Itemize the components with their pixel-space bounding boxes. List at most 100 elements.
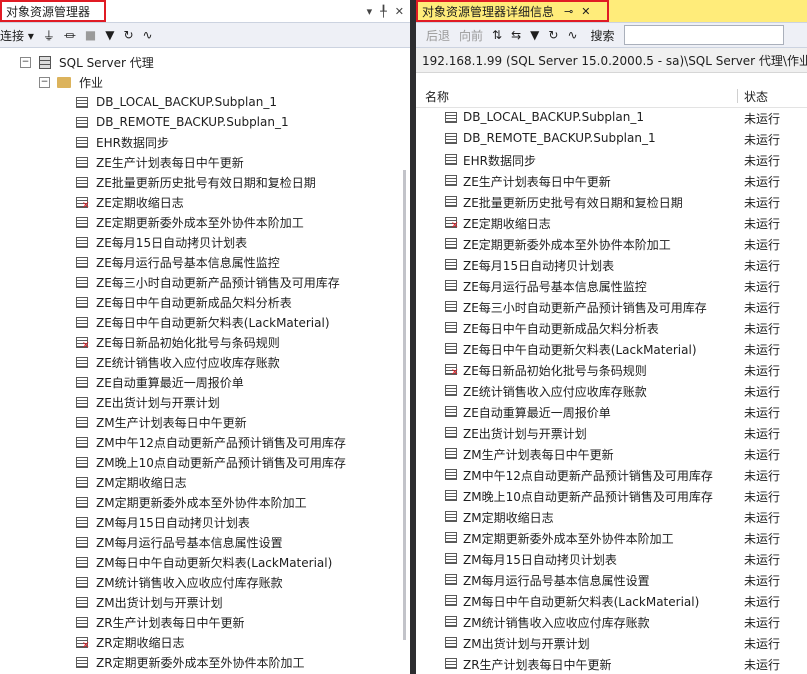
tree-node-job[interactable]: ZE每日新品初始化批号与条码规则 (76, 332, 280, 352)
search-input[interactable] (623, 25, 784, 45)
job-icon (76, 616, 88, 628)
list-item[interactable]: ZE每月运行品号基本信息属性监控 未运行 (416, 275, 807, 296)
swap-icon[interactable]: ⇆ (511, 28, 521, 42)
tree-node-job[interactable]: ZM晚上10点自动更新产品预计销售及可用库存 (76, 452, 346, 472)
tree-node-job[interactable]: ZE批量更新历史批号有效日期和复检日期 (76, 172, 316, 192)
column-separator[interactable] (737, 89, 738, 103)
list-item[interactable]: DB_LOCAL_BACKUP.Subplan_1 未运行 (416, 107, 807, 128)
tree-node-job[interactable]: ZE每日中午自动更新成品欠料分析表 (76, 292, 292, 312)
tree-node-job[interactable]: ZR定期收缩日志 (76, 632, 185, 652)
stop-icon[interactable]: ■ (85, 28, 96, 42)
tree-node-job[interactable]: DB_LOCAL_BACKUP.Subplan_1 (76, 92, 277, 112)
list-item[interactable]: ZM出货计划与开票计划 未运行 (416, 632, 807, 653)
list-item[interactable]: ZM生产计划表每日中午更新 未运行 (416, 443, 807, 464)
connect-button[interactable]: 连接 ▾ (0, 27, 34, 44)
list-item[interactable]: ZM定期更新委外成本至外协件本阶加工 未运行 (416, 527, 807, 548)
activity-monitor-icon[interactable]: ∿ (143, 28, 153, 42)
tree-node-job[interactable]: ZE出货计划与开票计划 (76, 392, 220, 412)
details-title-highlight[interactable]: 对象资源管理器详细信息 ⊸ ✕ (416, 0, 609, 22)
job-icon (445, 637, 457, 648)
tree-node-job-label: ZM中午12点自动更新产品预计销售及可用库存 (96, 435, 346, 450)
refresh-icon[interactable]: ↻ (123, 28, 133, 42)
list-item[interactable]: ZM中午12点自动更新产品预计销售及可用库存 未运行 (416, 464, 807, 485)
list-item[interactable]: ZM每月运行品号基本信息属性设置 未运行 (416, 569, 807, 590)
tree-node-job[interactable]: EHR数据同步 (76, 132, 169, 152)
list-item-status: 未运行 (744, 154, 781, 168)
filter-icon[interactable]: ▼ (530, 28, 539, 42)
close-icon[interactable]: ✕ (395, 5, 404, 18)
list-item[interactable]: ZE每日中午自动更新成品欠料分析表 未运行 (416, 317, 807, 338)
tree-node-job-label: ZE定期更新委外成本至外协件本阶加工 (96, 215, 304, 230)
list-item-status: 未运行 (744, 259, 781, 273)
collapse-icon[interactable]: − (39, 76, 50, 88)
back-button[interactable]: 后退 (426, 27, 450, 44)
list-item[interactable]: ZE定期更新委外成本至外协件本阶加工 未运行 (416, 233, 807, 254)
tree-node-job-label: ZM定期收缩日志 (96, 475, 187, 490)
list-item[interactable]: ZM每月15日自动拷贝计划表 未运行 (416, 548, 807, 569)
tree-node-job[interactable]: ZE定期收缩日志 (76, 192, 184, 212)
tree-node-job[interactable]: ZE每日中午自动更新欠料表(LackMaterial) (76, 312, 330, 332)
tree-scrollbar[interactable] (403, 170, 406, 640)
tree-node-job[interactable]: ZE每三小时自动更新产品预计销售及可用库存 (76, 272, 340, 292)
details-toolbar: 后退 向前 ⇅ ⇆ ▼ ↻ ∿ 搜索 (416, 23, 807, 48)
column-header-name[interactable]: 名称 (425, 88, 449, 105)
list-item-status: 未运行 (744, 280, 781, 294)
list-item[interactable]: ZE出货计划与开票计划 未运行 (416, 422, 807, 443)
pin-icon[interactable]: ⊸ (564, 5, 573, 18)
connect-plug-icon[interactable]: ⏚ (43, 27, 55, 44)
close-icon[interactable]: ✕ (581, 5, 590, 18)
tree-node-job[interactable]: ZR定期更新委外成本至外协件本阶加工 (76, 652, 305, 672)
activity-monitor-icon[interactable]: ∿ (567, 28, 577, 42)
collapse-icon[interactable]: − (20, 56, 31, 68)
list-item[interactable]: EHR数据同步 未运行 (416, 149, 807, 170)
tree-node-job[interactable]: ZM定期收缩日志 (76, 472, 187, 492)
tree-node-job[interactable]: DB_REMOTE_BACKUP.Subplan_1 (76, 112, 289, 132)
list-item[interactable]: ZM晚上10点自动更新产品预计销售及可用库存 未运行 (416, 485, 807, 506)
tree-node-job[interactable]: ZM生产计划表每日中午更新 (76, 412, 247, 432)
job-icon (445, 280, 457, 291)
tree-node-job[interactable]: ZM统计销售收入应收应付库存账款 (76, 572, 283, 592)
list-item[interactable]: ZE每三小时自动更新产品预计销售及可用库存 未运行 (416, 296, 807, 317)
disconnect-plug-icon[interactable]: ⏛ (64, 27, 76, 44)
tree-node-job[interactable]: ZM中午12点自动更新产品预计销售及可用库存 (76, 432, 346, 452)
list-item[interactable]: ZM统计销售收入应收应付库存账款 未运行 (416, 611, 807, 632)
list-item[interactable]: ZE统计销售收入应付应收库存账款 未运行 (416, 380, 807, 401)
tree-node-job[interactable]: ZE统计销售收入应付应收库存账款 (76, 352, 280, 372)
dropdown-icon[interactable]: ▾ (367, 5, 373, 18)
tree-node-job[interactable]: ZE自动重算最近一周报价单 (76, 372, 244, 392)
tree-node-job[interactable]: ZR生产计划表每日中午更新 (76, 612, 245, 632)
list-item[interactable]: ZR生产计划表每日中午更新 未运行 (416, 653, 807, 674)
tree-node-job[interactable]: ZM出货计划与开票计划 (76, 592, 223, 612)
tree-node-job[interactable]: ZE定期更新委外成本至外协件本阶加工 (76, 212, 304, 232)
list-item[interactable]: ZM定期收缩日志 未运行 (416, 506, 807, 527)
tree-node-sql-agent[interactable]: − SQL Server 代理 (20, 52, 154, 72)
forward-button[interactable]: 向前 (459, 27, 483, 44)
tree-node-job[interactable]: ZM每月运行品号基本信息属性设置 (76, 532, 283, 552)
tree-node-job[interactable]: ZE生产计划表每日中午更新 (76, 152, 244, 172)
sync-icon[interactable]: ⇅ (492, 28, 502, 42)
refresh-icon[interactable]: ↻ (548, 28, 558, 42)
tree-node-job[interactable]: ZM每月15日自动拷贝计划表 (76, 512, 250, 532)
list-item-name: ZM每月15日自动拷贝计划表 (463, 553, 617, 567)
tree-node-job[interactable]: ZM定期更新委外成本至外协件本阶加工 (76, 492, 307, 512)
list-item[interactable]: ZM每日中午自动更新欠料表(LackMaterial) 未运行 (416, 590, 807, 611)
list-item[interactable]: ZE每日新品初始化批号与条码规则 未运行 (416, 359, 807, 380)
tree-node-jobs[interactable]: − 作业 (39, 72, 103, 92)
pin-icon[interactable]: ╀ (380, 5, 387, 18)
list-item[interactable]: ZE每月15日自动拷贝计划表 未运行 (416, 254, 807, 275)
list-item-name: ZM生产计划表每日中午更新 (463, 448, 614, 462)
tree-node-job[interactable]: ZE每月15日自动拷贝计划表 (76, 232, 247, 252)
column-header-status[interactable]: 状态 (744, 88, 768, 105)
list-item[interactable]: ZE生产计划表每日中午更新 未运行 (416, 170, 807, 191)
tree-node-job[interactable]: ZE每月运行品号基本信息属性监控 (76, 252, 280, 272)
list-item[interactable]: DB_REMOTE_BACKUP.Subplan_1 未运行 (416, 128, 807, 149)
list-item[interactable]: ZE定期收缩日志 未运行 (416, 212, 807, 233)
list-item[interactable]: ZE每日中午自动更新欠料表(LackMaterial) 未运行 (416, 338, 807, 359)
tree-node-job-label: ZM晚上10点自动更新产品预计销售及可用库存 (96, 455, 346, 470)
filter-icon[interactable]: ▼ (105, 28, 114, 42)
job-icon (76, 396, 88, 408)
tree-node-job[interactable]: ZM每日中午自动更新欠料表(LackMaterial) (76, 552, 332, 572)
list-item[interactable]: ZE自动重算最近一周报价单 未运行 (416, 401, 807, 422)
list-item-name: ZR生产计划表每日中午更新 (463, 658, 612, 672)
list-item[interactable]: ZE批量更新历史批号有效日期和复检日期 未运行 (416, 191, 807, 212)
